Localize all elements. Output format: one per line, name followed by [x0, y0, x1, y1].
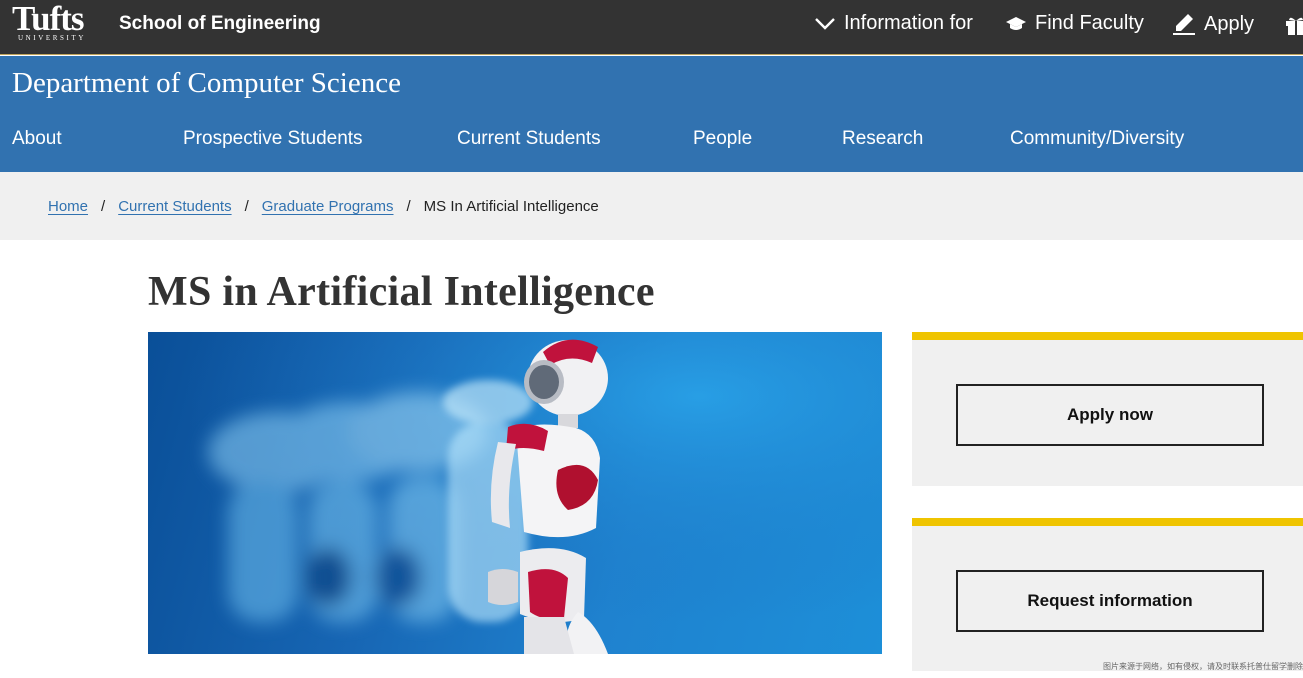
find-faculty-label: Find Faculty [1035, 12, 1144, 34]
breadcrumb-separator: / [101, 198, 106, 215]
apply-label: Apply [1204, 12, 1255, 35]
find-faculty-link[interactable]: Find Faculty [1005, 12, 1144, 35]
apply-now-button[interactable]: Apply now [956, 384, 1264, 446]
apply-link[interactable]: Apply [1172, 12, 1254, 36]
breadcrumb: Home / Current Students / Graduate Progr… [48, 198, 599, 215]
nav-about[interactable]: About [12, 128, 62, 150]
tufts-logo[interactable]: Tufts [12, 1, 85, 37]
breadcrumb-separator: / [406, 198, 411, 215]
nav-people[interactable]: People [693, 128, 752, 150]
information-for-menu[interactable]: Information for [814, 12, 973, 35]
breadcrumb-current-page: MS In Artificial Intelligence [423, 198, 599, 215]
breadcrumb-separator: / [244, 198, 249, 215]
nav-prospective-students[interactable]: Prospective Students [183, 128, 363, 150]
school-link[interactable]: School of Engineering [119, 13, 321, 35]
nav-community-diversity[interactable]: Community/Diversity [1010, 128, 1184, 150]
information-for-label: Information for [844, 12, 973, 34]
top-bar: Tufts UNIVERSITY School of Engineering I… [0, 0, 1303, 55]
department-title[interactable]: Department of Computer Science [12, 67, 401, 100]
department-bar: Department of Computer Science About Pro… [0, 56, 1303, 172]
breadcrumb-current-students[interactable]: Current Students [118, 198, 231, 215]
gift-icon[interactable] [1285, 14, 1303, 36]
page-title: MS in Artificial Intelligence [148, 269, 655, 315]
watermark-text: 图片来源于网络，如有侵权，请及时联系托普仕留学删除 [1103, 662, 1303, 671]
request-information-button[interactable]: Request information [956, 570, 1264, 632]
breadcrumb-band: Home / Current Students / Graduate Progr… [0, 172, 1303, 240]
robot-image [148, 332, 882, 654]
apply-card: Apply now [912, 332, 1303, 486]
request-info-card: Request information [912, 518, 1303, 671]
pencil-icon [1172, 12, 1196, 36]
tufts-logo-subtitle: UNIVERSITY [18, 34, 86, 42]
breadcrumb-home[interactable]: Home [48, 198, 88, 215]
nav-current-students[interactable]: Current Students [457, 128, 601, 150]
nav-research[interactable]: Research [842, 128, 923, 150]
breadcrumb-graduate-programs[interactable]: Graduate Programs [262, 198, 394, 215]
graduation-cap-icon [1005, 16, 1027, 32]
chevron-down-icon [814, 17, 836, 31]
